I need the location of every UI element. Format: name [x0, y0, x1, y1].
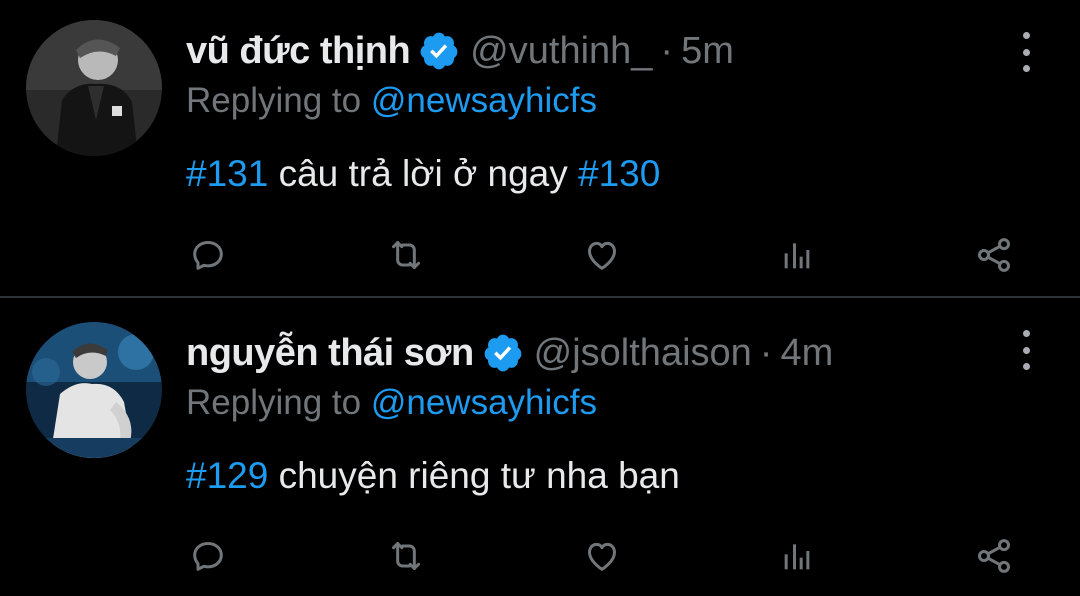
tweet[interactable]: nguyễn thái sơn @jsolthaison · 4m Replyi…: [0, 298, 1080, 596]
tweet-text: #131 câu trả lời ở ngay #130: [186, 152, 660, 196]
hashtag-link[interactable]: #130: [578, 153, 660, 194]
user-handle[interactable]: @vuthinh_: [470, 28, 652, 74]
retweet-icon[interactable]: [384, 534, 428, 578]
avatar[interactable]: [26, 322, 162, 458]
timestamp[interactable]: 5m: [681, 28, 734, 74]
separator-dot: ·: [759, 332, 773, 374]
tweet-body-text: chuyện riêng tư nha bạn: [278, 455, 680, 496]
tweet-actions: [186, 233, 1021, 277]
display-name[interactable]: nguyễn thái sơn: [186, 330, 474, 376]
separator-dot: ·: [660, 30, 674, 72]
reply-icon[interactable]: [186, 233, 230, 277]
reply-icon[interactable]: [186, 534, 230, 578]
more-options-icon[interactable]: [1014, 328, 1038, 372]
tweet-header: nguyễn thái sơn @jsolthaison · 4m: [186, 330, 1000, 376]
tweet-actions: [186, 534, 1021, 578]
timestamp[interactable]: 4m: [780, 330, 833, 376]
tweet[interactable]: vũ đức thịnh @vuthinh_ · 5m Replying to …: [0, 0, 1080, 298]
retweet-icon[interactable]: [384, 233, 428, 277]
tweet-body-text: câu trả lời ở ngay: [278, 153, 568, 194]
replying-to: Replying to @newsayhicfs: [186, 382, 597, 424]
tweet-text: #129 chuyện riêng tư nha bạn: [186, 454, 680, 498]
hashtag-link[interactable]: #129: [186, 455, 268, 496]
avatar[interactable]: [26, 20, 162, 156]
verified-badge-icon: [420, 32, 458, 70]
share-icon[interactable]: [972, 233, 1016, 277]
analytics-icon[interactable]: [776, 534, 820, 578]
share-icon[interactable]: [972, 534, 1016, 578]
more-options-icon[interactable]: [1014, 30, 1038, 74]
replying-to: Replying to @newsayhicfs: [186, 80, 597, 122]
tweet-header: vũ đức thịnh @vuthinh_ · 5m: [186, 28, 1000, 74]
display-name[interactable]: vũ đức thịnh: [186, 28, 411, 74]
verified-badge-icon: [484, 334, 522, 372]
user-handle[interactable]: @jsolthaison: [534, 330, 752, 376]
like-icon[interactable]: [580, 233, 624, 277]
analytics-icon[interactable]: [776, 233, 820, 277]
replying-label: Replying to: [186, 81, 362, 120]
replying-mention-link[interactable]: @newsayhicfs: [371, 81, 597, 120]
like-icon[interactable]: [580, 534, 624, 578]
user-avatar-image: [26, 322, 162, 458]
replying-mention-link[interactable]: @newsayhicfs: [371, 383, 597, 422]
replying-label: Replying to: [186, 383, 362, 422]
hashtag-link[interactable]: #131: [186, 153, 268, 194]
user-avatar-image: [26, 20, 162, 156]
